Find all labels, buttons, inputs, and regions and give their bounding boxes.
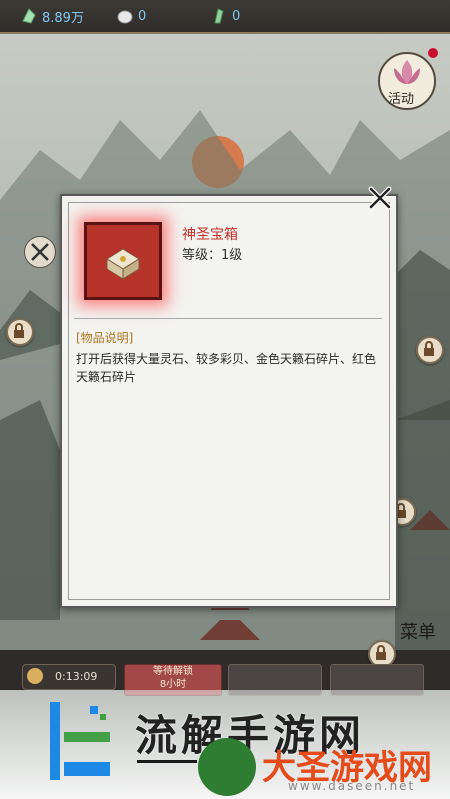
watermark-url: www.daseen.net	[288, 779, 416, 793]
watermark-brand-logo-icon	[198, 738, 256, 796]
resource-jade[interactable]: 0	[210, 6, 240, 26]
item-icon-frame	[84, 222, 162, 300]
watermark-underline	[137, 760, 197, 763]
resource-bar: 8.89万 0 0	[0, 0, 450, 34]
battle-button[interactable]	[24, 236, 56, 268]
waiting-label: 等待解锁	[153, 666, 193, 677]
lock-icon	[424, 341, 434, 356]
locked-building-lock[interactable]	[6, 318, 34, 346]
close-icon	[368, 186, 392, 210]
activity-button[interactable]: 活动	[378, 48, 438, 110]
close-button[interactable]	[366, 184, 394, 212]
description-text: 打开后获得大量灵石、较多彩贝、金色天籁石碎片、红色天籁石碎片	[76, 352, 377, 384]
lock-icon	[14, 323, 24, 338]
spirit-stone-icon	[22, 8, 36, 24]
menu-button[interactable]: 菜单	[398, 608, 442, 658]
jade-icon	[214, 8, 224, 24]
timer-text: 0:13:09	[55, 670, 98, 683]
resource-value: 0	[138, 8, 147, 24]
countdown-timer[interactable]: 0:13:09	[22, 664, 116, 690]
watermark-logo-icon	[50, 702, 110, 780]
resource-shell[interactable]: 0	[116, 6, 146, 26]
notification-dot	[428, 48, 438, 58]
crossed-swords-icon	[31, 243, 49, 261]
shell-icon	[117, 10, 133, 24]
item-name: 神圣宝箱	[182, 227, 238, 243]
clock-icon	[27, 668, 43, 684]
item-level: 等级：1级	[182, 248, 243, 263]
resource-spirit-stone[interactable]: 8.89万	[20, 6, 84, 26]
resource-value: 8.89万	[42, 10, 84, 26]
activity-label: 活动	[388, 92, 415, 107]
divider	[74, 318, 382, 319]
menu-label: 菜单	[400, 622, 436, 643]
resource-value: 0	[232, 8, 241, 24]
description-heading: [物品说明]	[76, 331, 134, 345]
locked-building-lock[interactable]	[416, 336, 444, 364]
treasure-chest-icon	[106, 248, 140, 280]
lock-icon	[376, 645, 386, 660]
item-detail-dialog: 神圣宝箱 等级：1级 [物品说明] 打开后获得大量灵石、较多彩贝、金色天籁石碎片…	[60, 194, 398, 608]
